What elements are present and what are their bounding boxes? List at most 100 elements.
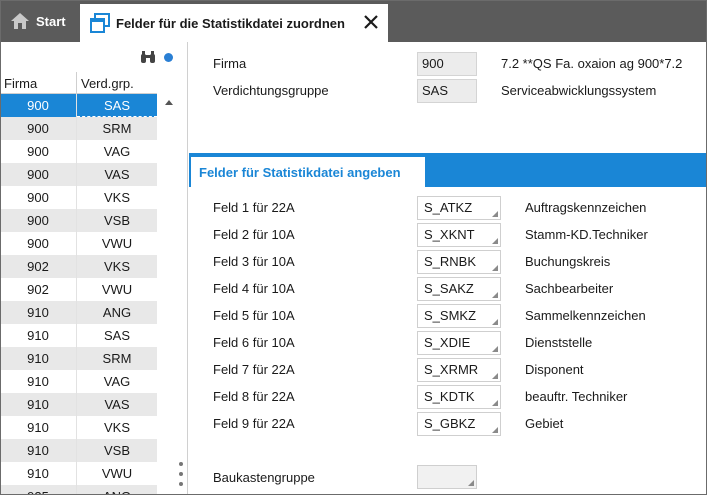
window-icon	[90, 13, 110, 33]
cell-verd-grp: VKS	[103, 420, 130, 435]
table-row[interactable]: 902 VKS	[0, 255, 157, 278]
firma-description: 7.2 **QS Fa. oxaion ag 900*7.2	[501, 56, 683, 71]
feld-description: beauftr. Techniker	[525, 389, 628, 404]
vertical-dots-icon[interactable]	[178, 460, 184, 490]
feld-label: Feld 5 für 10A	[213, 308, 295, 323]
cell-verd-grp: VWU	[101, 282, 133, 297]
cell-verd-grp: VAS	[104, 167, 130, 182]
binoculars-icon[interactable]	[140, 50, 156, 64]
baukastengruppe-label: Baukastengruppe	[213, 470, 315, 485]
table-row[interactable]: 910 VSB	[0, 439, 157, 462]
cell-verd-grp: VSB	[103, 213, 130, 228]
column-header-verd-grp[interactable]: Verd.grp.	[77, 72, 157, 93]
table-row[interactable]: 910 VAS	[0, 393, 157, 416]
dot-icon	[164, 53, 173, 62]
table-row[interactable]: 910 ANG	[0, 301, 157, 324]
firma-field: 900	[417, 52, 477, 76]
grid-header: Firma Verd.grp.	[0, 72, 157, 94]
cell-firma: 910	[0, 462, 77, 485]
section-tab-statistikfelder[interactable]: Felder für Statistikdatei angeben	[191, 157, 425, 187]
table-row[interactable]: 900 VAS	[0, 163, 157, 186]
verdichtungsgruppe-field: SAS	[417, 79, 477, 103]
detail-panel: Firma 900 7.2 **QS Fa. oxaion ag 900*7.2…	[189, 42, 707, 495]
feld-description: Sachbearbeiter	[525, 281, 614, 296]
feld-label: Feld 3 für 10A	[213, 254, 295, 269]
home-icon	[11, 13, 29, 29]
table-row[interactable]: 900 VSB	[0, 209, 157, 232]
cell-firma: 900	[0, 232, 77, 255]
cell-verd-grp: ANG	[102, 305, 132, 320]
feld-value-input[interactable]: S_ATKZ	[417, 196, 501, 220]
cell-firma: 902	[0, 278, 77, 301]
grid-body: 900 SAS 900 SRM 900 VAG 900 VAS 900 VKS 900 VSB 900 V…	[0, 94, 157, 495]
table-row[interactable]: 900 SAS	[0, 94, 157, 117]
feld-label: Feld 8 für 22A	[213, 389, 295, 404]
chevron-up-icon[interactable]	[164, 98, 174, 106]
feld-value-input[interactable]: S_RNBK	[417, 250, 501, 274]
feld-label: Feld 4 für 10A	[213, 281, 295, 296]
start-tab-label: Start	[36, 13, 66, 29]
column-header-firma[interactable]: Firma	[0, 72, 77, 93]
feld-label: Feld 9 für 22A	[213, 416, 295, 431]
cell-verd-grp: VWU	[101, 466, 133, 481]
feld-value-input[interactable]: S_SAKZ	[417, 277, 501, 301]
cell-verd-grp: SAS	[77, 94, 157, 117]
cell-verd-grp: VAG	[103, 144, 131, 159]
feld-value-input[interactable]: S_XKNT	[417, 223, 501, 247]
feld-value-input[interactable]: S_SMKZ	[417, 304, 501, 328]
feld-description: Gebiet	[525, 416, 564, 431]
cell-verd-grp: VSB	[103, 443, 130, 458]
top-tab-bar: Start Felder für die Statistikdatei zuor…	[0, 0, 707, 42]
feld-description: Buchungskreis	[525, 254, 611, 269]
firma-label: Firma	[213, 56, 247, 71]
cell-firma: 910	[0, 439, 77, 462]
cell-firma: 900	[0, 163, 77, 186]
table-row[interactable]: 900 VAG	[0, 140, 157, 163]
table-row[interactable]: 900 SRM	[0, 117, 157, 140]
table-row[interactable]: 910 SAS	[0, 324, 157, 347]
feld-label: Feld 6 für 10A	[213, 335, 295, 350]
tab-statistikdatei[interactable]: Felder für die Statistikdatei zuordnen	[80, 4, 388, 42]
feld-label: Feld 1 für 22A	[213, 200, 295, 215]
cell-firma: 910	[0, 416, 77, 439]
table-row[interactable]: 925ANG	[0, 485, 157, 495]
table-row[interactable]: 910 VWU	[0, 462, 157, 485]
cell-verd-grp: SRM	[102, 351, 132, 366]
feld-value-input[interactable]: S_GBKZ	[417, 412, 501, 436]
feld-description: Dienststelle	[525, 335, 593, 350]
cell-verd-grp: SRM	[102, 121, 132, 136]
feld-label: Feld 7 für 22A	[213, 362, 295, 377]
feld-value-input[interactable]: S_KDTK	[417, 385, 501, 409]
cell-firma: 910	[0, 370, 77, 393]
table-row[interactable]: 910 SRM	[0, 347, 157, 370]
start-tab[interactable]: Start	[0, 0, 78, 42]
cell-firma: 902	[0, 255, 77, 278]
close-icon[interactable]	[362, 13, 380, 31]
feld-description: Stamm-KD.Techniker	[525, 227, 648, 242]
table-row[interactable]: 910 VKS	[0, 416, 157, 439]
feld-description: Disponent	[525, 362, 584, 377]
cell-verd-grp: VAG	[103, 374, 131, 389]
cell-verd-grp: VAS	[104, 397, 130, 412]
baukastengruppe-field[interactable]	[417, 465, 477, 489]
table-row[interactable]: 902 VWU	[0, 278, 157, 301]
cell-firma: 900	[0, 117, 77, 140]
active-tab-label: Felder für die Statistikdatei zuordnen	[116, 15, 345, 31]
table-row[interactable]: 900 VWU	[0, 232, 157, 255]
cell-firma: 900	[0, 140, 77, 163]
cell-verd-grp: VKS	[103, 190, 130, 205]
table-row[interactable]: 910 VAG	[0, 370, 157, 393]
table-row[interactable]: 900 VKS	[0, 186, 157, 209]
verdichtungsgruppe-description: Serviceabwicklungssystem	[501, 83, 657, 98]
cell-firma: 910	[0, 301, 77, 324]
feld-value-input[interactable]: S_XRMR	[417, 358, 501, 382]
cell-firma: 900	[0, 186, 77, 209]
feld-value-input[interactable]: S_XDIE	[417, 331, 501, 355]
verdichtungsgruppe-label: Verdichtungsgruppe	[213, 83, 329, 98]
cell-verd-grp: VWU	[101, 236, 133, 251]
cell-verd-grp: VKS	[103, 259, 130, 274]
record-list-panel: Firma Verd.grp. 900 SAS 900 SRM 900 VAG 900 VAS…	[0, 42, 188, 495]
feld-label: Feld 2 für 10A	[213, 227, 295, 242]
cell-firma: 900	[0, 209, 77, 232]
cell-firma: 925	[0, 485, 77, 495]
